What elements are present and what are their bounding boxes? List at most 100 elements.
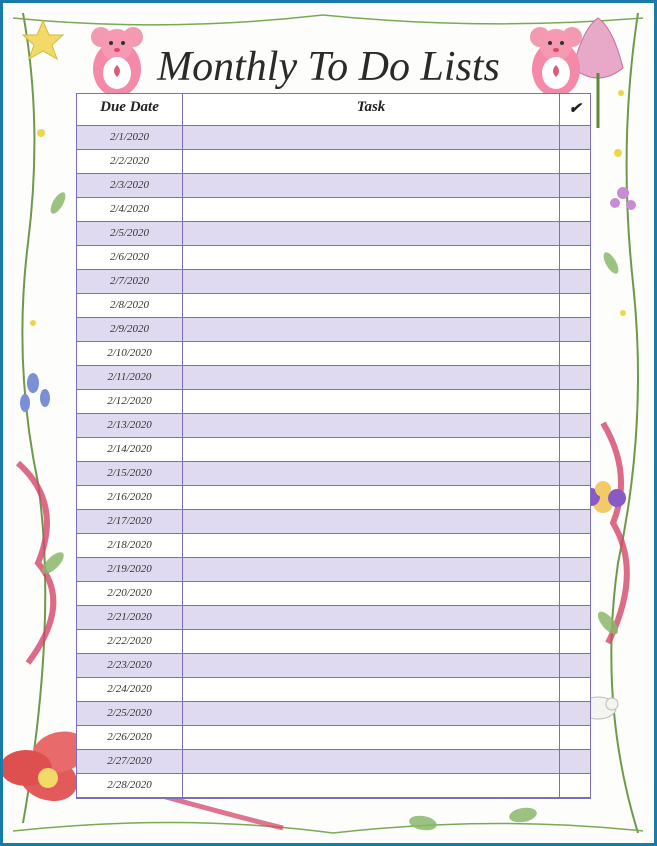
cell-task[interactable]: [183, 702, 560, 725]
cell-task[interactable]: [183, 414, 560, 437]
cell-check[interactable]: [560, 630, 590, 653]
cell-check[interactable]: [560, 654, 590, 677]
header-due-date: Due Date: [77, 94, 183, 125]
cell-task[interactable]: [183, 366, 560, 389]
cell-check[interactable]: [560, 486, 590, 509]
cell-check[interactable]: [560, 222, 590, 245]
cell-due-date: 2/10/2020: [77, 342, 183, 365]
cell-check[interactable]: [560, 126, 590, 149]
cell-task[interactable]: [183, 390, 560, 413]
cell-task[interactable]: [183, 774, 560, 797]
cell-check[interactable]: [560, 294, 590, 317]
cell-due-date: 2/14/2020: [77, 438, 183, 461]
cell-task[interactable]: [183, 150, 560, 173]
cell-due-date: 2/5/2020: [77, 222, 183, 245]
cell-due-date: 2/26/2020: [77, 726, 183, 749]
cell-check[interactable]: [560, 246, 590, 269]
cell-due-date: 2/20/2020: [77, 582, 183, 605]
table-row: 2/5/2020: [77, 222, 590, 246]
cell-task[interactable]: [183, 726, 560, 749]
cell-check[interactable]: [560, 582, 590, 605]
cell-task[interactable]: [183, 606, 560, 629]
cell-task[interactable]: [183, 462, 560, 485]
cell-task[interactable]: [183, 318, 560, 341]
cell-check[interactable]: [560, 414, 590, 437]
table-row: 2/24/2020: [77, 678, 590, 702]
table-row: 2/7/2020: [77, 270, 590, 294]
cell-due-date: 2/23/2020: [77, 654, 183, 677]
cell-task[interactable]: [183, 198, 560, 221]
cell-check[interactable]: [560, 174, 590, 197]
table-row: 2/6/2020: [77, 246, 590, 270]
cell-check[interactable]: [560, 534, 590, 557]
table-row: 2/11/2020: [77, 366, 590, 390]
cell-due-date: 2/24/2020: [77, 678, 183, 701]
cell-check[interactable]: [560, 318, 590, 341]
cell-task[interactable]: [183, 126, 560, 149]
table-row: 2/15/2020: [77, 462, 590, 486]
cell-due-date: 2/21/2020: [77, 606, 183, 629]
header-task: Task: [183, 94, 560, 125]
cell-task[interactable]: [183, 222, 560, 245]
cell-check[interactable]: [560, 342, 590, 365]
cell-task[interactable]: [183, 630, 560, 653]
cell-task[interactable]: [183, 750, 560, 773]
cell-due-date: 2/7/2020: [77, 270, 183, 293]
cell-check[interactable]: [560, 606, 590, 629]
cell-due-date: 2/16/2020: [77, 486, 183, 509]
cell-due-date: 2/22/2020: [77, 630, 183, 653]
cell-check[interactable]: [560, 558, 590, 581]
cell-due-date: 2/13/2020: [77, 414, 183, 437]
cell-due-date: 2/4/2020: [77, 198, 183, 221]
header-check-icon: ✔: [560, 94, 590, 125]
cell-due-date: 2/6/2020: [77, 246, 183, 269]
cell-task[interactable]: [183, 558, 560, 581]
cell-task[interactable]: [183, 438, 560, 461]
table-row: 2/28/2020: [77, 774, 590, 798]
table-row: 2/27/2020: [77, 750, 590, 774]
cell-task[interactable]: [183, 294, 560, 317]
cell-due-date: 2/27/2020: [77, 750, 183, 773]
table-row: 2/12/2020: [77, 390, 590, 414]
cell-task[interactable]: [183, 582, 560, 605]
cell-check[interactable]: [560, 678, 590, 701]
table-row: 2/13/2020: [77, 414, 590, 438]
table-row: 2/16/2020: [77, 486, 590, 510]
cell-due-date: 2/12/2020: [77, 390, 183, 413]
table-body: 2/1/20202/2/20202/3/20202/4/20202/5/2020…: [77, 126, 590, 798]
table-row: 2/21/2020: [77, 606, 590, 630]
cell-check[interactable]: [560, 150, 590, 173]
cell-task[interactable]: [183, 678, 560, 701]
cell-check[interactable]: [560, 366, 590, 389]
cell-check[interactable]: [560, 462, 590, 485]
cell-check[interactable]: [560, 510, 590, 533]
cell-due-date: 2/9/2020: [77, 318, 183, 341]
cell-task[interactable]: [183, 270, 560, 293]
table-row: 2/26/2020: [77, 726, 590, 750]
cell-due-date: 2/11/2020: [77, 366, 183, 389]
cell-task[interactable]: [183, 342, 560, 365]
cell-due-date: 2/25/2020: [77, 702, 183, 725]
cell-task[interactable]: [183, 654, 560, 677]
cell-check[interactable]: [560, 726, 590, 749]
table-header-row: Due Date Task ✔: [77, 94, 590, 126]
cell-due-date: 2/15/2020: [77, 462, 183, 485]
cell-check[interactable]: [560, 198, 590, 221]
cell-check[interactable]: [560, 390, 590, 413]
cell-check[interactable]: [560, 270, 590, 293]
cell-task[interactable]: [183, 174, 560, 197]
table-row: 2/3/2020: [77, 174, 590, 198]
cell-task[interactable]: [183, 246, 560, 269]
table-row: 2/2/2020: [77, 150, 590, 174]
cell-due-date: 2/1/2020: [77, 126, 183, 149]
cell-check[interactable]: [560, 438, 590, 461]
cell-check[interactable]: [560, 774, 590, 797]
cell-task[interactable]: [183, 510, 560, 533]
table-row: 2/14/2020: [77, 438, 590, 462]
cell-check[interactable]: [560, 750, 590, 773]
cell-task[interactable]: [183, 486, 560, 509]
cell-task[interactable]: [183, 534, 560, 557]
table-row: 2/4/2020: [77, 198, 590, 222]
table-row: 2/22/2020: [77, 630, 590, 654]
cell-check[interactable]: [560, 702, 590, 725]
